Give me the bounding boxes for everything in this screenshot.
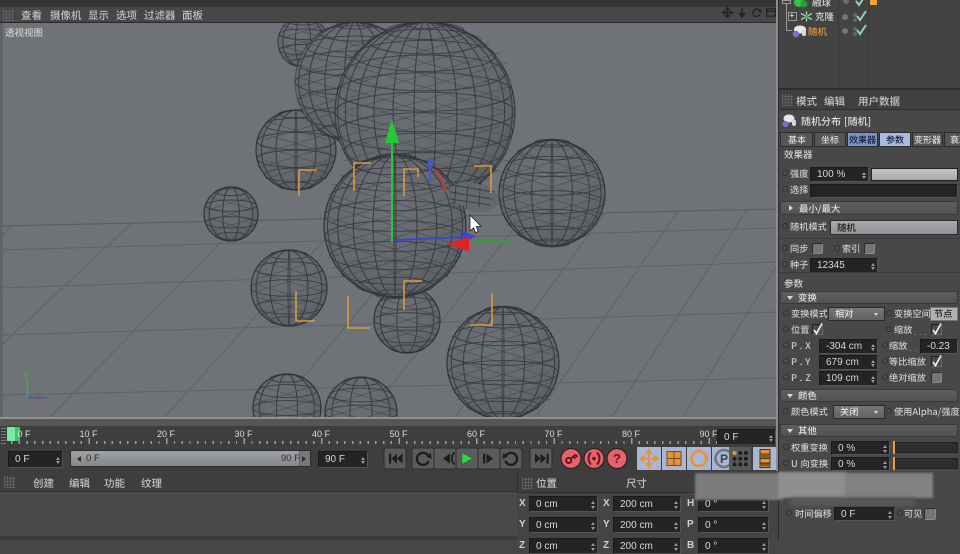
svg-text:y: y xyxy=(24,369,29,379)
svg-text:x: x xyxy=(36,393,41,403)
svg-text:?: ? xyxy=(613,451,621,466)
svg-text:P: P xyxy=(720,452,728,466)
